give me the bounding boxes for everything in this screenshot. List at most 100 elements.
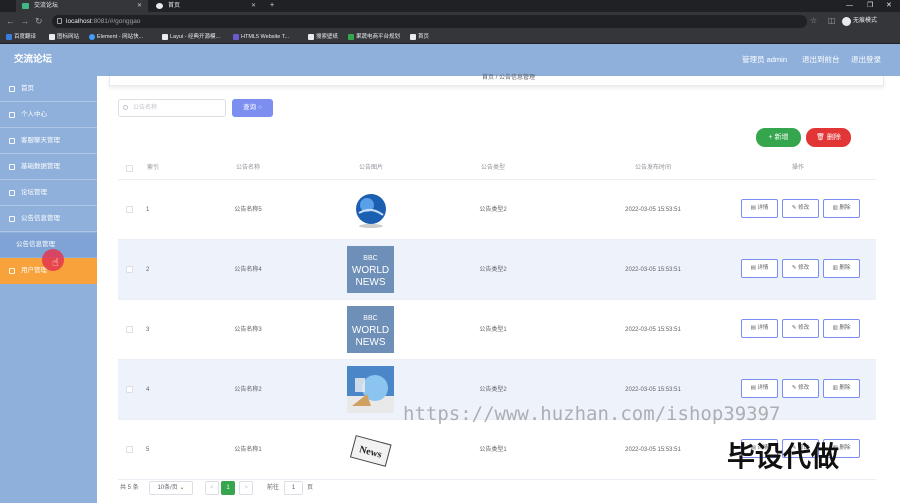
row-time: 2022-03-05 15:53:51 xyxy=(625,207,681,213)
close-icon[interactable]: ✕ xyxy=(137,0,142,12)
plus-icon: + xyxy=(768,134,773,141)
edit-button[interactable]: ✎ 修改 xyxy=(782,379,819,398)
vue-icon xyxy=(22,3,29,9)
document-icon: ▤ xyxy=(750,385,756,391)
delete-button[interactable]: ▥ 删除 xyxy=(823,319,860,338)
bookmark-item[interactable]: 首页 xyxy=(410,30,429,44)
bookmark-icon xyxy=(348,34,354,40)
add-button[interactable]: + 新增 xyxy=(756,128,801,147)
reload-icon[interactable]: ↻ xyxy=(35,15,43,27)
home-icon xyxy=(9,86,15,92)
watermark-text: 毕设代做 xyxy=(727,440,840,473)
row-index: 1 xyxy=(146,207,150,213)
notice-image-news-globe xyxy=(347,366,394,413)
bookmark-icon xyxy=(162,34,168,40)
select-all-checkbox[interactable] xyxy=(126,165,133,172)
page-size-select[interactable]: 10条/页 ⌄ xyxy=(149,481,193,495)
breadcrumb: 首页 / 公告信息管理 xyxy=(482,75,536,81)
minimize-icon[interactable]: — xyxy=(846,0,853,12)
maximize-icon[interactable]: ❐ xyxy=(867,0,873,12)
row-checkbox[interactable] xyxy=(126,206,133,213)
sidebar-item-notice[interactable]: 公告信息管理 xyxy=(0,206,97,232)
row-checkbox[interactable] xyxy=(126,386,133,393)
chevron-down-icon: ⌄ xyxy=(179,485,185,491)
url-input[interactable]: localhost:8081/#/gonggao xyxy=(52,15,807,28)
back-icon[interactable]: ← xyxy=(6,15,15,27)
sidebar-item-home[interactable]: 首页 xyxy=(0,76,97,102)
svg-text:WORLD: WORLD xyxy=(352,265,389,276)
close-icon[interactable]: ✕ xyxy=(251,0,256,12)
browser-tab-bar: 交流论坛 ✕ 首页 ✕ + — ❐ ✕ xyxy=(0,0,900,12)
column-header: 公告类型 xyxy=(480,165,505,171)
table-row: 1 公告名称5 公告类型2 2022-03-05 15:53:51 ▤ 详情 ✎… xyxy=(118,180,876,240)
row-checkbox[interactable] xyxy=(126,326,133,333)
detail-button[interactable]: ▤ 详情 xyxy=(741,319,778,338)
row-name: 公告名称4 xyxy=(234,267,262,273)
row-type: 公告类型1 xyxy=(479,327,507,333)
sidebar-item-forum[interactable]: 论坛管理 xyxy=(0,180,97,206)
address-bar-row: ← → ↻ localhost:8081/#/gonggao ☆ ◫ 无痕模式 xyxy=(0,12,900,30)
edit-button[interactable]: ✎ 修改 xyxy=(782,199,819,218)
delete-button[interactable]: ▥ 删除 xyxy=(823,379,860,398)
edit-button[interactable]: ✎ 修改 xyxy=(782,319,819,338)
delete-button[interactable]: ▥ 删除 xyxy=(823,199,860,218)
row-index: 5 xyxy=(146,447,150,453)
logout-link[interactable]: 退出登录 xyxy=(851,44,881,76)
back-to-frontend-link[interactable]: 退出到前台 xyxy=(802,44,840,76)
column-header: 操作 xyxy=(791,165,804,171)
forward-icon[interactable]: → xyxy=(20,15,29,27)
query-button[interactable]: 查询 ○ xyxy=(232,99,273,117)
browser-tab-home[interactable]: 首页 ✕ xyxy=(150,0,262,12)
bookmark-item[interactable]: HTML5 Website T... xyxy=(233,30,289,44)
trash-icon: ▥ xyxy=(832,385,838,391)
forum-icon xyxy=(9,190,15,196)
window-close-icon[interactable]: ✕ xyxy=(886,0,892,12)
table-header: 索引 公告名称 公告图片 公告类型 公告发布时间 操作 xyxy=(118,156,876,180)
svg-text:NEWS: NEWS xyxy=(356,277,386,288)
svg-text:BBC: BBC xyxy=(363,255,377,262)
users-icon xyxy=(9,268,15,274)
bookmark-item[interactable]: 搜索壁纸 xyxy=(308,30,338,44)
bookmark-item[interactable]: 百度翻译 xyxy=(6,30,36,44)
bookmark-item[interactable]: Layui - 经典开源模... xyxy=(162,30,220,44)
bookmark-item[interactable]: 图标网站 xyxy=(49,30,79,44)
row-time: 2022-03-05 15:53:51 xyxy=(625,267,681,273)
document-icon: ▤ xyxy=(750,325,756,331)
goto-page-input[interactable]: 1 xyxy=(284,481,303,495)
detail-button[interactable]: ▤ 详情 xyxy=(741,259,778,278)
page-1-button[interactable]: 1 xyxy=(221,481,235,495)
browser-tab-forum[interactable]: 交流论坛 ✕ xyxy=(16,0,148,12)
star-icon[interactable]: ☆ xyxy=(810,15,817,27)
next-page-button[interactable]: > xyxy=(239,481,253,495)
app-title: 交流论坛 xyxy=(14,54,53,65)
row-checkbox[interactable] xyxy=(126,446,133,453)
profile-button[interactable]: 无痕模式 xyxy=(842,16,877,27)
app-header: 交流论坛 管理员 admin 退出到前台 退出登录 xyxy=(0,44,900,76)
bookmark-item[interactable]: 果蔬电商平台规划 xyxy=(348,30,400,44)
svg-text:NEWS: NEWS xyxy=(356,337,386,348)
extensions-icon[interactable]: ◫ xyxy=(828,15,836,27)
prev-page-button[interactable]: < xyxy=(205,481,219,495)
notice-image-bbc: BBC WORLD NEWS xyxy=(347,306,394,353)
bookmark-item[interactable]: Element - 网站快... xyxy=(89,30,143,44)
sidebar-item-profile[interactable]: 个人中心 xyxy=(0,102,97,128)
delete-button[interactable]: ▥ 删除 xyxy=(823,259,860,278)
breadcrumb-container: 首页 / 公告信息管理 xyxy=(109,75,884,86)
svg-text:BBC: BBC xyxy=(363,315,377,322)
detail-button[interactable]: ▤ 详情 xyxy=(741,199,778,218)
edit-icon: ✎ xyxy=(791,265,797,271)
row-checkbox[interactable] xyxy=(126,266,133,273)
sidebar-item-base-data[interactable]: 基础数据管理 xyxy=(0,154,97,180)
sidebar-item-chat[interactable]: 客服聊天管理 xyxy=(0,128,97,154)
detail-button[interactable]: ▤ 详情 xyxy=(741,379,778,398)
batch-delete-button[interactable]: 🗑 删除 xyxy=(806,128,851,147)
document-icon: ▤ xyxy=(750,265,756,271)
globe-icon xyxy=(156,3,163,9)
document-icon: ▤ xyxy=(750,205,756,211)
new-tab-button[interactable]: + xyxy=(270,0,274,12)
search-input[interactable]: 公告名称 xyxy=(118,99,226,117)
row-index: 2 xyxy=(146,267,150,273)
row-type: 公告类型2 xyxy=(479,207,507,213)
goto-label: 前往 xyxy=(267,485,280,491)
edit-button[interactable]: ✎ 修改 xyxy=(782,259,819,278)
